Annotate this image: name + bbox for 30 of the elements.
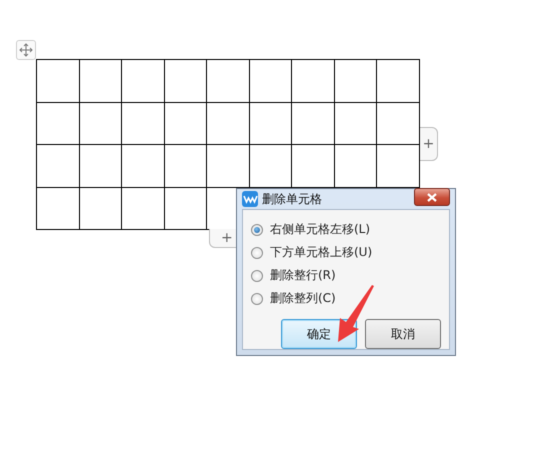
- radio-option[interactable]: 右侧单元格左移(L): [251, 218, 441, 241]
- table-cell: [250, 102, 292, 145]
- move-icon: [19, 43, 33, 57]
- cancel-button[interactable]: 取消: [365, 319, 441, 349]
- move-handle[interactable]: [16, 40, 36, 60]
- table-cell: [164, 102, 208, 145]
- close-button[interactable]: [414, 188, 450, 206]
- radio-button[interactable]: [251, 292, 263, 304]
- table-cell: [207, 102, 250, 145]
- table-cell: [122, 145, 165, 188]
- close-icon: [427, 192, 437, 202]
- radio-option[interactable]: 删除整列(C): [251, 287, 441, 310]
- table-cell: [334, 102, 378, 145]
- radio-option[interactable]: 删除整行(R): [251, 264, 441, 287]
- app-logo-icon: [242, 191, 258, 207]
- add-column-button[interactable]: +: [420, 127, 438, 161]
- table-cell: [122, 188, 165, 230]
- window-title: 删除单元格: [262, 190, 323, 208]
- table-cell: [164, 145, 208, 188]
- table-cell: [122, 102, 165, 145]
- table-cell: [164, 188, 208, 230]
- table-cell: [80, 145, 122, 188]
- radio-option[interactable]: 下方单元格上移(U): [251, 241, 441, 264]
- table-cell: [292, 102, 335, 145]
- table-cell: [207, 145, 250, 188]
- radio-button[interactable]: [251, 224, 263, 236]
- radio-button[interactable]: [251, 246, 263, 258]
- table-cell: [80, 188, 122, 230]
- radio-button[interactable]: [251, 270, 263, 282]
- table-cell: [80, 102, 122, 145]
